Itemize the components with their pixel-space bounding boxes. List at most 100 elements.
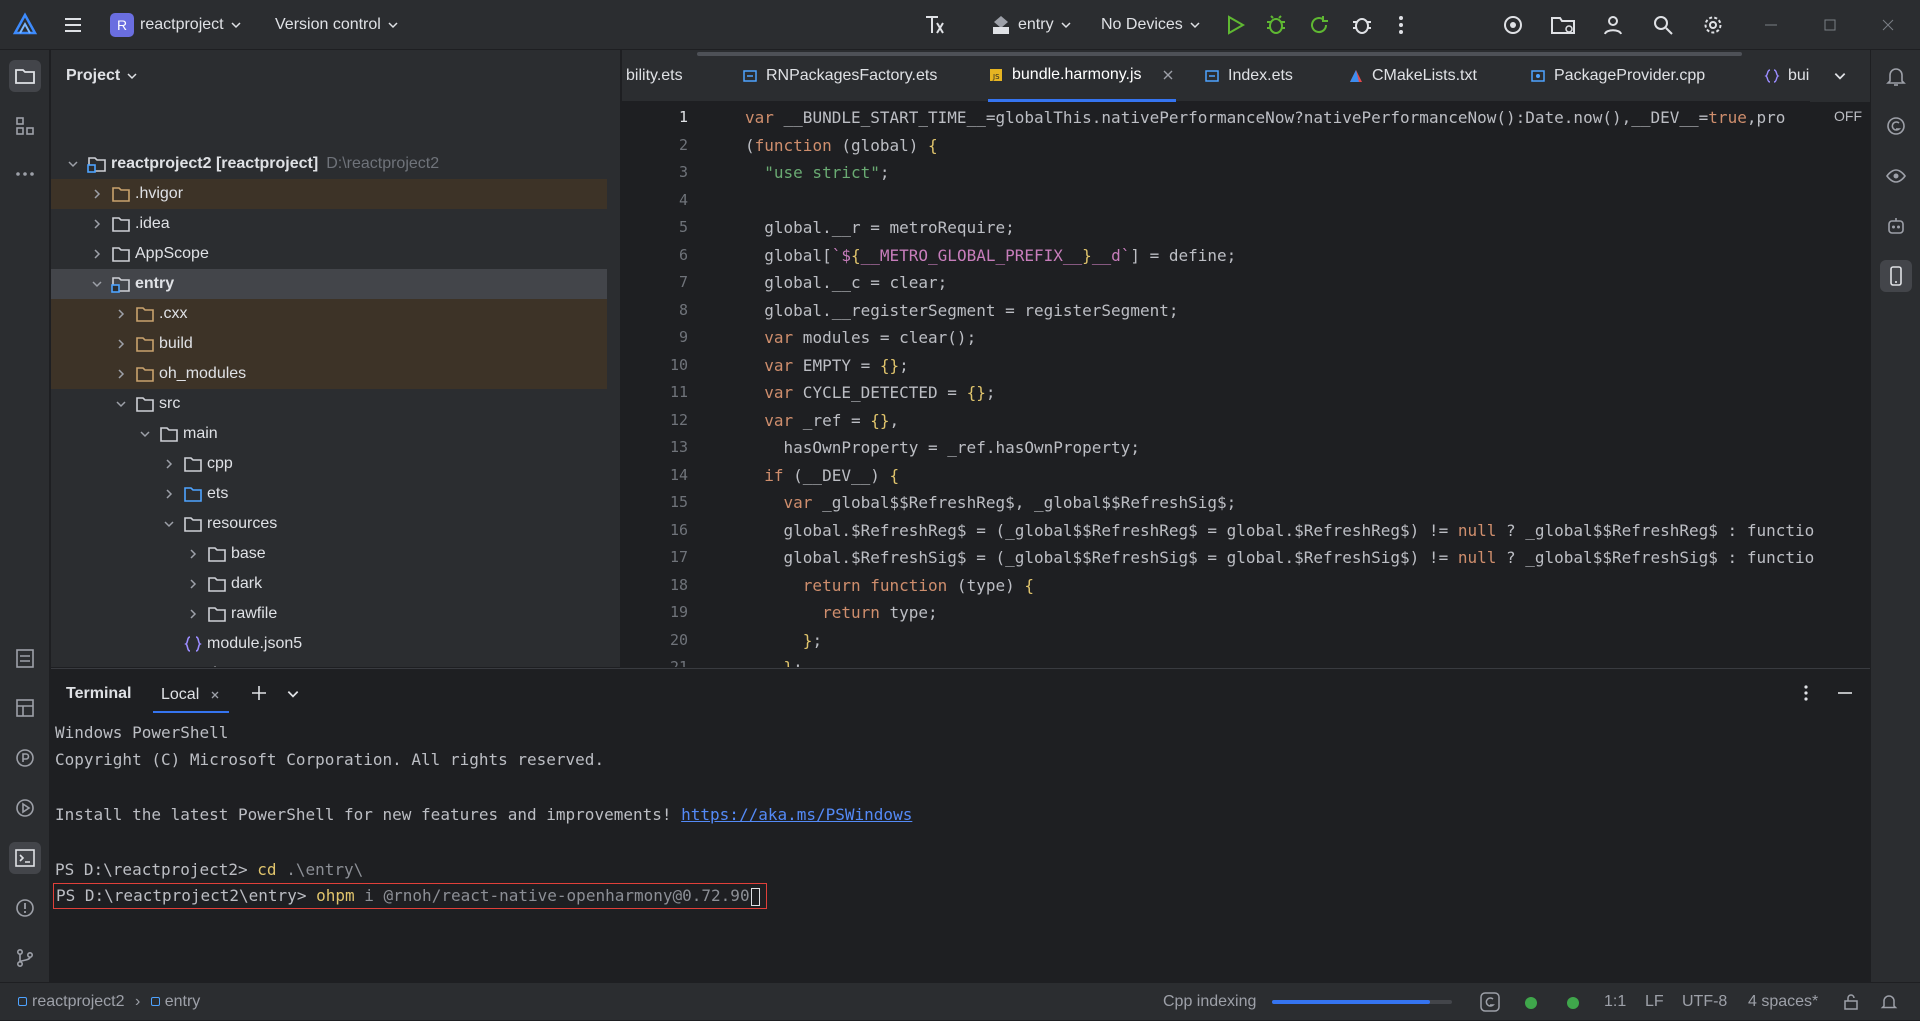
maximize-window-icon[interactable] [1823, 0, 1837, 50]
tree-item[interactable]: entry [51, 269, 607, 299]
chevron-down-icon[interactable] [113, 396, 129, 412]
device-phone-icon[interactable] [1880, 260, 1912, 292]
settings-gear-icon[interactable] [1702, 0, 1724, 50]
chevron-down-icon[interactable] [161, 516, 177, 532]
project-folder-icon[interactable] [9, 60, 41, 92]
indexing-progress-bar[interactable] [1272, 1000, 1452, 1004]
hide-panel-icon[interactable] [1836, 684, 1854, 702]
notifications-icon[interactable] [1880, 60, 1912, 92]
status-green-dot-icon[interactable] [1524, 996, 1538, 1010]
powershell-link[interactable]: https://aka.ms/PSWindows [681, 805, 912, 824]
tab-bundle-harmony-js[interactable]: JS bundle.harmony.js [988, 50, 1176, 102]
chevron-right-icon[interactable] [89, 246, 105, 262]
profiler-icon[interactable] [9, 742, 41, 774]
tab-rnpackagesfactory-ets[interactable]: RNPackagesFactory.ets [742, 50, 937, 102]
project-panel-header[interactable]: Project [51, 50, 620, 102]
new-terminal-plus-icon[interactable] [250, 684, 268, 702]
codegenie-status-icon[interactable] [1480, 992, 1500, 1012]
inlay-off-label[interactable]: OFF [1830, 108, 1866, 124]
tree-item[interactable]: module.json5 [51, 629, 607, 659]
tree-item[interactable]: src [51, 389, 607, 419]
chevron-right-icon[interactable] [161, 486, 177, 502]
tab-packageprovider-cpp[interactable]: PackageProvider.cpp [1530, 50, 1705, 102]
tab-index-ets[interactable]: Index.ets [1204, 50, 1293, 102]
tree-item[interactable]: .cxx [51, 299, 607, 329]
chevron-right-icon[interactable] [113, 336, 129, 352]
chevron-right-icon[interactable] [185, 606, 201, 622]
terminal-options-chevron-icon[interactable] [286, 687, 300, 701]
project-switcher[interactable]: R reactproject [110, 0, 242, 50]
chevron-right-icon[interactable] [113, 366, 129, 382]
line-separator[interactable]: LF [1645, 983, 1664, 1021]
lock-icon[interactable] [1842, 993, 1860, 1011]
chevron-right-icon[interactable] [89, 186, 105, 202]
problems-icon[interactable] [9, 892, 41, 924]
chevron-right-icon[interactable] [113, 306, 129, 322]
tree-item[interactable]: build [51, 329, 607, 359]
tab-build-json[interactable]: buil [1764, 50, 1813, 102]
account-icon[interactable] [1602, 0, 1624, 50]
tree-item[interactable]: AppScope [51, 239, 607, 269]
run-config-selector[interactable]: entry [990, 0, 1072, 50]
terminal-tab-local[interactable]: Local [153, 679, 230, 713]
tree-item[interactable]: resources [51, 509, 607, 539]
project-structure-icon[interactable] [1550, 0, 1576, 50]
app-logo-icon[interactable] [12, 0, 38, 50]
close-icon[interactable] [209, 689, 221, 701]
terminal-icon[interactable] [9, 842, 41, 874]
chevron-right-icon[interactable] [185, 576, 201, 592]
file-encoding[interactable]: UTF-8 [1682, 983, 1727, 1021]
chevron-down-icon[interactable] [89, 276, 105, 292]
device-manager-icon[interactable] [1502, 0, 1524, 50]
previewer-eye-icon[interactable] [1880, 160, 1912, 192]
version-control-menu[interactable]: Version control [275, 0, 399, 50]
todo-icon[interactable] [9, 642, 41, 674]
tree-item[interactable]: mock [51, 659, 607, 667]
status-green-dot-icon[interactable] [1566, 996, 1580, 1010]
layout-inspector-icon[interactable] [9, 692, 41, 724]
more-actions-icon[interactable] [1395, 0, 1407, 50]
close-icon[interactable] [1160, 67, 1176, 83]
tree-root-item[interactable]: reactproject2 [reactproject] D:\reactproj… [51, 149, 607, 179]
build-tool-icon[interactable] [923, 0, 949, 50]
tree-item[interactable]: ets [51, 479, 607, 509]
tree-item[interactable]: rawfile [51, 599, 607, 629]
tree-item[interactable]: .hvigor [51, 179, 607, 209]
tree-item[interactable]: oh_modules [51, 359, 607, 389]
attach-debugger-icon[interactable] [1351, 0, 1373, 50]
tree-item[interactable]: .idea [51, 209, 607, 239]
close-window-icon[interactable] [1880, 0, 1896, 50]
tab-ability-ets[interactable]: bility.ets [626, 50, 683, 102]
services-icon[interactable] [9, 792, 41, 824]
tree-item[interactable]: base [51, 539, 607, 569]
chevron-down-icon[interactable] [65, 156, 81, 172]
tree-item[interactable]: dark [51, 569, 607, 599]
main-menu-icon[interactable] [62, 0, 84, 50]
breadcrumb[interactable]: reactproject2 › entry [18, 983, 200, 1021]
terminal-more-icon[interactable] [1803, 684, 1809, 702]
codegenie-icon[interactable] [1880, 110, 1912, 142]
assistant-bot-icon[interactable] [1880, 210, 1912, 242]
indent-setting[interactable]: 4 spaces* [1748, 983, 1818, 1021]
chevron-right-icon[interactable] [185, 546, 201, 562]
structure-icon[interactable] [9, 110, 41, 142]
git-icon[interactable] [9, 942, 41, 974]
tab-list-dropdown[interactable] [1810, 50, 1870, 102]
apply-changes-icon[interactable] [1308, 0, 1330, 50]
device-selector[interactable]: No Devices [1101, 0, 1201, 50]
minimize-window-icon[interactable] [1763, 0, 1779, 50]
tab-cmakelists-txt[interactable]: CMakeLists.txt [1348, 50, 1477, 102]
highlighted-command-line[interactable]: PS D:\reactproject2\entry> ohpm i @rnoh/… [53, 883, 767, 909]
tree-item[interactable]: cpp [51, 449, 607, 479]
caret-position[interactable]: 1:1 [1604, 983, 1626, 1021]
search-icon[interactable] [1652, 0, 1674, 50]
chevron-right-icon[interactable] [161, 456, 177, 472]
run-icon[interactable] [1224, 0, 1246, 50]
chevron-right-icon[interactable] [137, 666, 153, 667]
debug-icon[interactable] [1265, 0, 1287, 50]
chevron-down-icon[interactable] [137, 426, 153, 442]
more-tools-icon[interactable] [9, 158, 41, 190]
chevron-right-icon[interactable] [89, 216, 105, 232]
tree-item[interactable]: main [51, 419, 607, 449]
notifications-bell-icon[interactable] [1880, 993, 1898, 1011]
